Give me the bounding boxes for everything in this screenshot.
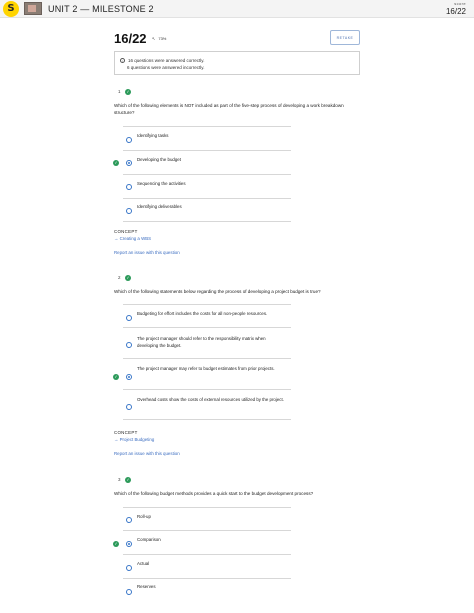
answer-option[interactable]: The project manager should refer to the …	[137, 336, 287, 349]
score-label: score	[454, 1, 466, 6]
answer-divider	[123, 530, 291, 531]
radio-icon[interactable]	[126, 541, 132, 547]
answer-divider	[123, 419, 291, 420]
radio-icon[interactable]	[126, 160, 132, 166]
answer-option[interactable]: Developing the budget	[137, 157, 287, 164]
summary-correct-text: 16 questions were answered correctly.	[128, 58, 205, 63]
report-issue-link[interactable]: Report an issue with this question	[114, 451, 180, 456]
check-icon: ✓	[113, 374, 119, 380]
course-title: UNIT 2 — MILESTONE 2	[48, 4, 154, 14]
report-issue-link[interactable]: Report an issue with this question	[114, 250, 180, 255]
radio-icon[interactable]	[126, 342, 132, 348]
answer-option[interactable]: Overhead costs show the costs of externa…	[137, 397, 287, 404]
answer-option[interactable]: Roll-up	[137, 514, 287, 521]
answer-option[interactable]: The project manager may refer to budget …	[137, 366, 287, 373]
check-icon: ✓	[113, 160, 119, 166]
pct-value: 73%	[158, 36, 167, 41]
top-bar: S UNIT 2 — MILESTONE 2 score 16/22	[0, 0, 474, 18]
answer-divider	[123, 126, 291, 127]
answer-divider	[123, 554, 291, 555]
answer-divider	[123, 327, 291, 328]
score-value: 16/22	[445, 7, 466, 16]
check-icon: ✓	[113, 541, 119, 547]
radio-icon[interactable]	[126, 184, 132, 190]
question-number: 1	[118, 89, 121, 94]
summary-incorrect-text: 6 questions were answered incorrectly.	[127, 65, 205, 70]
question-prompt: Which of the following budget methods pr…	[114, 491, 314, 496]
answer-divider	[123, 507, 291, 508]
answer-divider	[123, 150, 291, 151]
question-number: 3	[118, 477, 121, 482]
answer-option[interactable]: Identifying tasks	[137, 133, 287, 140]
radio-icon[interactable]	[126, 137, 132, 143]
answer-option[interactable]: Actual	[137, 561, 287, 568]
answer-option[interactable]: Identifying deliverables	[137, 204, 287, 211]
radio-icon[interactable]	[126, 374, 132, 380]
concept-label: CONCEPT	[114, 229, 138, 234]
summary-correct-line: i 16 questions were answered correctly.	[120, 57, 359, 64]
check-icon: ✓	[125, 477, 131, 483]
concept-label: CONCEPT	[114, 430, 138, 435]
result-percent: ↖ 73%	[152, 36, 166, 41]
pct-arrow-icon: ↖	[152, 36, 156, 41]
question-prompt: Which of the following statements below …	[114, 289, 321, 294]
check-icon: ✓	[125, 89, 131, 95]
answer-option[interactable]: Budgeting for effort includes the costs …	[137, 311, 287, 318]
results-summary-box: i 16 questions were answered correctly. …	[114, 51, 360, 75]
answer-divider	[123, 304, 291, 305]
info-icon: i	[120, 58, 125, 63]
answer-divider	[123, 198, 291, 199]
answer-divider	[123, 578, 291, 579]
answer-option[interactable]: Reserves	[137, 584, 287, 591]
result-score: 16/22	[114, 31, 147, 46]
answer-divider	[123, 358, 291, 359]
retake-button[interactable]: RETAKE	[330, 30, 360, 45]
radio-icon[interactable]	[126, 208, 132, 214]
question-prompt: Which of the following elements is NOT i…	[114, 103, 344, 115]
logo-letter: S	[7, 3, 15, 14]
radio-icon[interactable]	[126, 404, 132, 410]
header-score: score 16/22	[446, 1, 466, 16]
check-icon: ✓	[125, 275, 131, 281]
answer-option[interactable]: Comparison	[137, 537, 287, 544]
answer-divider	[123, 221, 291, 222]
answer-divider	[123, 174, 291, 175]
radio-icon[interactable]	[126, 589, 132, 595]
sophia-logo[interactable]: S	[3, 1, 19, 17]
radio-icon[interactable]	[126, 315, 132, 321]
radio-icon[interactable]	[126, 565, 132, 571]
concept-link[interactable]: → Project Budgeting	[114, 437, 154, 442]
course-thumbnail	[24, 2, 42, 15]
question-number: 2	[118, 275, 121, 280]
answer-divider	[123, 389, 291, 390]
summary-incorrect-line: 6 questions were answered incorrectly.	[120, 64, 359, 71]
answer-option[interactable]: Sequencing the activities	[137, 181, 287, 188]
radio-icon[interactable]	[126, 517, 132, 523]
concept-link[interactable]: → Creating a WBS	[114, 236, 151, 241]
